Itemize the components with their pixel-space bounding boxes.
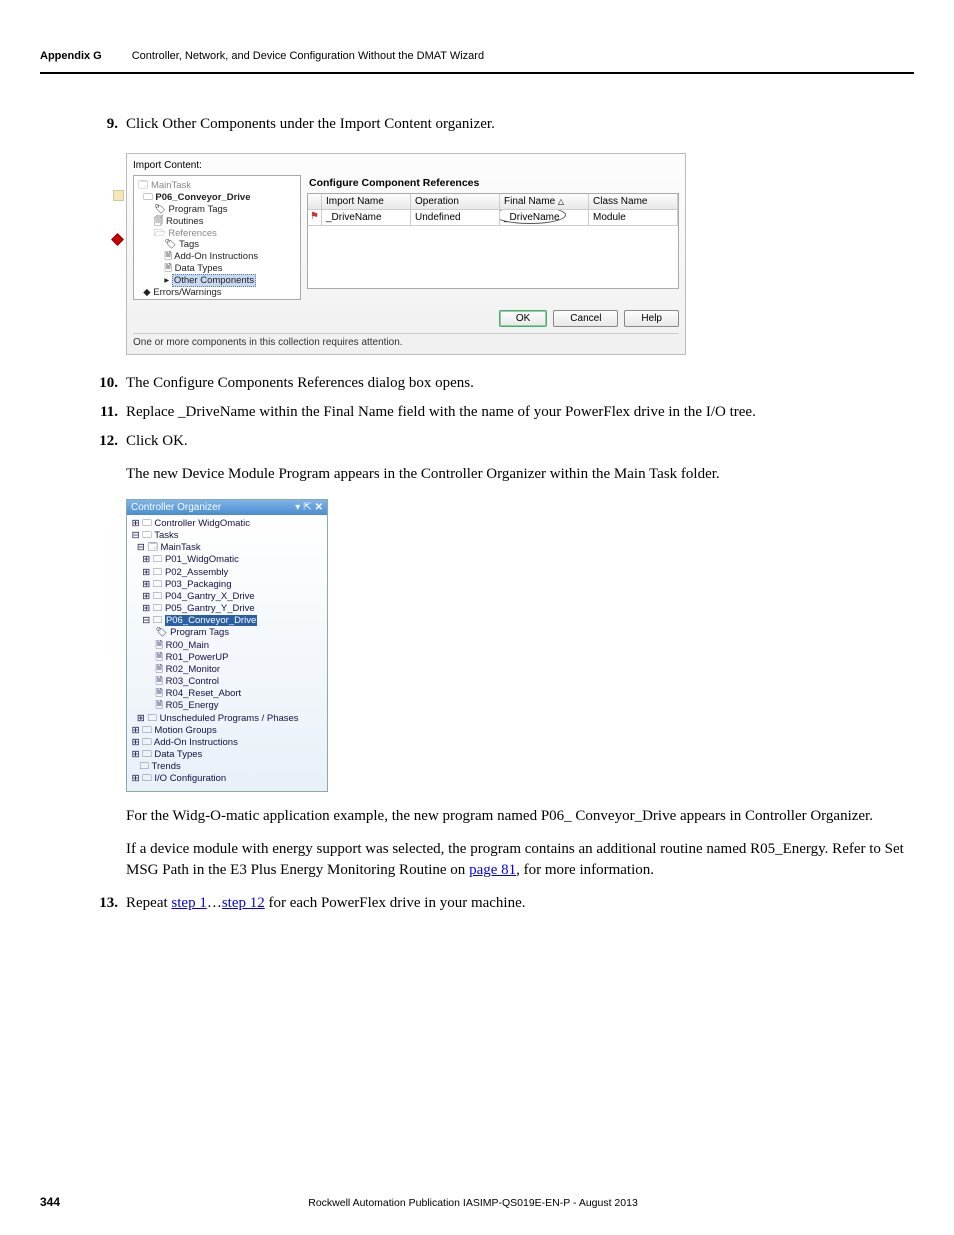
page-content: 9. Click Other Components under the Impo… — [90, 114, 914, 914]
table-row[interactable]: ⚑ _DriveName Undefined _DriveName Module — [308, 210, 678, 226]
tree-addon-instructions[interactable]: ⊞ 🗀 Add-On Instructions — [129, 737, 325, 749]
pin-icon[interactable]: ⇱ — [303, 502, 311, 513]
header-import-name: Import Name — [322, 194, 411, 210]
tree-main-task[interactable]: 🗔 MainTask — [138, 180, 296, 192]
header-operation: Operation — [411, 194, 500, 210]
tree-trends[interactable]: 🗀 Trends — [129, 761, 325, 773]
step-text: The Configure Components References dial… — [126, 373, 914, 394]
tree-unscheduled[interactable]: ⊞ 🗀 Unscheduled Programs / Phases — [129, 713, 325, 725]
tree-p02[interactable]: ⊞ 🗀 P02_Assembly — [129, 567, 325, 579]
step-13: 13. Repeat step 1…step 12 for each Power… — [90, 893, 914, 914]
header-final-name: Final Name △ — [500, 194, 589, 210]
organizer-titlebar[interactable]: Controller Organizer ▾ ⇱ ✕ — [127, 500, 327, 515]
header-rule — [40, 72, 914, 74]
tree-p05[interactable]: ⊞ 🗀 P05_Gantry_Y_Drive — [129, 603, 325, 615]
tree-main-task[interactable]: ⊟ 🗔 MainTask — [129, 542, 325, 554]
step-9: 9. Click Other Components under the Impo… — [90, 114, 914, 135]
tree-r00[interactable]: 🗎 R00_Main — [129, 640, 325, 652]
step-10: 10. The Configure Components References … — [90, 373, 914, 394]
import-content-label: Import Content: — [133, 158, 679, 175]
paragraph-new-program: The new Device Module Program appears in… — [126, 464, 914, 485]
header-class-name: Class Name — [589, 194, 678, 210]
tree-controller[interactable]: ⊞ 🗀 Controller WidgOmatic — [129, 518, 325, 530]
help-button[interactable]: Help — [624, 310, 679, 327]
tree-p06[interactable]: ⊟ 🗀 P06_Conveyor_Drive — [129, 615, 325, 627]
tree-p01[interactable]: ⊞ 🗀 P01_WidgOmatic — [129, 554, 325, 566]
error-icon — [111, 233, 124, 246]
row-flag-icon: ⚑ — [308, 210, 322, 226]
dropdown-icon[interactable]: ▾ — [295, 502, 300, 513]
tree-tags[interactable]: 🏷 Tags — [138, 239, 296, 251]
step-text: Click Other Components under the Import … — [126, 114, 914, 135]
cell-class-name[interactable]: Module — [589, 210, 678, 226]
tree-r01[interactable]: 🗎 R01_PowerUP — [129, 652, 325, 664]
organizer-title: Controller Organizer — [131, 502, 221, 513]
page-81-link[interactable]: page 81 — [469, 862, 516, 878]
step-12: 12. Click OK. — [90, 431, 914, 452]
configure-references-title: Configure Component References — [307, 175, 679, 193]
dialog-side-icons — [113, 190, 124, 244]
tree-p03[interactable]: ⊞ 🗀 P03_Packaging — [129, 579, 325, 591]
tree-r05[interactable]: 🗎 R05_Energy — [129, 700, 325, 712]
page-number: 344 — [40, 1195, 60, 1209]
table-header-row: Import Name Operation Final Name △ Class… — [308, 194, 678, 210]
tree-references[interactable]: 🗁 References — [138, 228, 296, 240]
import-tree[interactable]: 🗔 MainTask 🗀 P06_Conveyor_Drive 🏷 Progra… — [133, 175, 301, 300]
tree-routines[interactable]: 🗐 Routines — [138, 216, 296, 228]
cell-import-name[interactable]: _DriveName — [322, 210, 411, 226]
tree-motion-groups[interactable]: ⊞ 🗀 Motion Groups — [129, 725, 325, 737]
tree-tasks[interactable]: ⊟ 🗀 Tasks — [129, 530, 325, 542]
tree-program-tags[interactable]: 🏷 Program Tags — [138, 204, 296, 216]
tree-r03[interactable]: 🗎 R03_Control — [129, 676, 325, 688]
step-12-link[interactable]: step 12 — [222, 895, 265, 911]
step-11: 11. Replace _DriveName within the Final … — [90, 402, 914, 423]
tree-aoi[interactable]: 🗎 Add-On Instructions — [138, 251, 296, 263]
step-number: 11. — [90, 404, 118, 421]
organizer-tree[interactable]: ⊞ 🗀 Controller WidgOmatic ⊟ 🗀 Tasks ⊟ 🗔 … — [127, 515, 327, 791]
header-mark — [308, 194, 322, 210]
controller-organizer-panel: Controller Organizer ▾ ⇱ ✕ ⊞ 🗀 Controlle… — [126, 499, 328, 792]
step-text: Replace _DriveName within the Final Name… — [126, 402, 914, 423]
references-table[interactable]: Import Name Operation Final Name △ Class… — [307, 193, 679, 289]
cell-operation[interactable]: Undefined — [411, 210, 500, 226]
step-number: 12. — [90, 433, 118, 450]
ok-button[interactable]: OK — [499, 310, 547, 327]
import-content-dialog: Import Content: 🗔 MainTask 🗀 P06_Conveyo… — [126, 153, 686, 355]
publication-info: Rockwell Automation Publication IASIMP-Q… — [60, 1197, 886, 1209]
dialog-status-note: One or more components in this collectio… — [133, 333, 679, 348]
tree-data-types[interactable]: ⊞ 🗀 Data Types — [129, 749, 325, 761]
tree-other-components[interactable]: ▸ Other Components — [138, 275, 296, 287]
paragraph-example: For the Widg-O-matic application example… — [126, 806, 914, 827]
paragraph-energy: If a device module with energy support w… — [126, 839, 914, 881]
tree-r04[interactable]: 🗎 R04_Reset_Abort — [129, 688, 325, 700]
step-1-link[interactable]: step 1 — [171, 895, 206, 911]
tree-p04[interactable]: ⊞ 🗀 P04_Gantry_X_Drive — [129, 591, 325, 603]
page-footer: 344 Rockwell Automation Publication IASI… — [40, 1195, 914, 1209]
copy-icon — [113, 190, 124, 201]
tree-io-configuration[interactable]: ⊞ 🗀 I/O Configuration — [129, 773, 325, 785]
tree-p06-program-tags[interactable]: 🏷 Program Tags — [129, 627, 325, 639]
step-number: 13. — [90, 895, 118, 912]
step-number: 9. — [90, 116, 118, 133]
cell-final-name[interactable]: _DriveName — [500, 210, 589, 226]
step-number: 10. — [90, 375, 118, 392]
tree-errors-warnings[interactable]: ◆ Errors/Warnings — [138, 287, 296, 299]
close-icon[interactable]: ✕ — [315, 502, 323, 513]
cancel-button[interactable]: Cancel — [553, 310, 618, 327]
step-text: Click OK. — [126, 431, 914, 452]
chapter-title: Controller, Network, and Device Configur… — [132, 50, 484, 62]
tree-program[interactable]: 🗀 P06_Conveyor_Drive — [138, 192, 296, 204]
step-text: Repeat step 1…step 12 for each PowerFlex… — [126, 893, 914, 914]
tree-r02[interactable]: 🗎 R02_Monitor — [129, 664, 325, 676]
appendix-label: Appendix G — [40, 50, 102, 62]
